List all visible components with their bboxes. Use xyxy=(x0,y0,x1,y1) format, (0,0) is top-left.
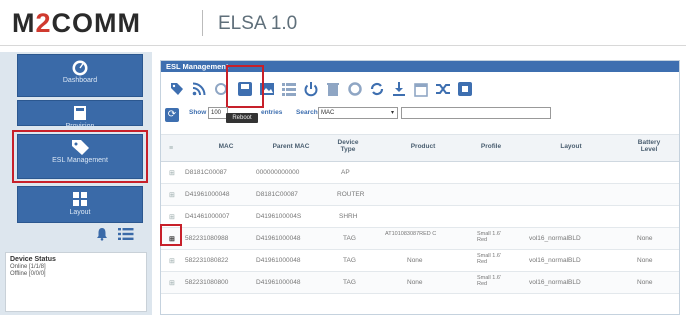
table-row[interactable]: ⊞ D41461000007 D4196100004S SHRH xyxy=(161,206,679,228)
header-divider xyxy=(202,10,203,36)
expand-all-icon: ≡ xyxy=(169,145,174,152)
cell-battery: None xyxy=(637,235,653,242)
show-entries-select[interactable]: 100 xyxy=(208,107,228,119)
device-status-title: Device Status xyxy=(10,256,56,263)
rss-icon[interactable] xyxy=(191,81,207,97)
chevron-down-icon: ▾ xyxy=(390,110,394,116)
dashboard-icon xyxy=(72,60,88,76)
entries-label: entries xyxy=(261,109,283,116)
cell-parent-mac: D41961000048 xyxy=(256,279,301,286)
shuffle-icon[interactable] xyxy=(435,81,451,97)
app-header: M2COMM ELSA 1.0 xyxy=(0,0,686,46)
cell-layout: vol16_normalBLD xyxy=(529,279,581,286)
reboot-highlight-box xyxy=(226,65,264,108)
cell-mac: 582231080800 xyxy=(185,279,229,286)
sidebar-item-provision[interactable]: Provision xyxy=(17,100,143,130)
list-menu-icon[interactable] xyxy=(118,228,134,240)
window-icon[interactable] xyxy=(457,81,473,97)
cell-profile: Small 1.6' Red xyxy=(477,231,501,243)
esl-management-panel: ESL Management ⟳ Show 100 entries Search… xyxy=(160,60,680,315)
cell-product: AT101083087RED C xyxy=(385,231,437,237)
expand-row-icon[interactable]: ⊞ xyxy=(169,213,175,221)
cell-mac: 582231080822 xyxy=(185,257,229,264)
column-header-layout[interactable]: Layout xyxy=(541,143,601,150)
table-row[interactable]: ⊞ D41961000048 D8181C00087 ROUTER xyxy=(161,184,679,206)
bell-icon[interactable] xyxy=(95,227,109,241)
cell-device-type: TAG xyxy=(343,235,356,242)
cell-mac: D41461000007 xyxy=(185,213,230,220)
column-header-battery-level[interactable]: Battery Level xyxy=(631,139,667,153)
layout-icon xyxy=(73,192,87,206)
device-status-offline: Offline [0/0/0] xyxy=(10,271,46,277)
cell-product: None xyxy=(407,257,423,264)
cell-device-type: TAG xyxy=(343,279,356,286)
table-row[interactable]: ⊞ 582231080822 D41961000048 TAG None Sma… xyxy=(161,250,679,272)
cell-mac: D8181C00087 xyxy=(185,169,227,176)
table-row[interactable]: ⊞ D8181C00087 000000000000 AP xyxy=(161,162,679,184)
trash-icon[interactable] xyxy=(325,81,341,97)
cell-layout: vol16_normalBLD xyxy=(529,257,581,264)
table-row[interactable]: ⊞ 582231080988 D41961000048 TAG AT101083… xyxy=(161,228,679,250)
show-label: Show xyxy=(189,109,207,116)
expand-row-icon[interactable]: ⊞ xyxy=(169,191,175,199)
cell-mac: D41961000048 xyxy=(185,191,230,198)
column-header-profile[interactable]: Profile xyxy=(461,143,521,150)
sidebar-item-label: Dashboard xyxy=(62,77,98,84)
cell-parent-mac: D8181C00087 xyxy=(256,191,298,198)
refresh-icon: ⟳ xyxy=(167,109,177,120)
power-icon[interactable] xyxy=(303,81,319,97)
device-status-box: Device Status Online [1/1/8] Offline [0/… xyxy=(5,252,147,312)
cell-profile: Small 1.6' Red xyxy=(477,275,501,287)
provision-icon xyxy=(74,106,86,120)
refresh-icon[interactable] xyxy=(369,81,385,97)
cell-profile: Small 1.6' Red xyxy=(477,253,501,265)
cell-layout: vol16_normalBLD xyxy=(529,235,581,242)
cell-product: None xyxy=(407,279,423,286)
cell-parent-mac: D41961000048 xyxy=(256,257,301,264)
list-icon[interactable] xyxy=(281,81,297,97)
search-input[interactable] xyxy=(401,107,551,119)
tag-icon[interactable] xyxy=(169,81,185,97)
download-icon[interactable] xyxy=(391,81,407,97)
cell-parent-mac: D4196100004S xyxy=(256,213,302,220)
cell-battery: None xyxy=(637,257,653,264)
column-header-parent-mac[interactable]: Parent MAC xyxy=(261,143,321,150)
search-field-value: MAC xyxy=(321,110,335,116)
sidebar-item-label: Layout xyxy=(69,209,91,216)
cell-parent-mac: 000000000000 xyxy=(256,169,300,176)
cell-device-type: ROUTER xyxy=(337,191,365,198)
cell-device-type: SHRH xyxy=(339,213,358,220)
m2comm-logo: M2COMM xyxy=(12,8,142,38)
app-title: ELSA 1.0 xyxy=(218,13,298,34)
esl-highlight-box xyxy=(12,130,148,183)
expand-row-icon[interactable]: ⊞ xyxy=(169,169,175,177)
device-status-online: Online [1/1/8] xyxy=(10,264,46,270)
column-header-product[interactable]: Product xyxy=(393,143,453,150)
cell-parent-mac: D41961000048 xyxy=(256,235,301,242)
cell-mac: 582231080988 xyxy=(185,235,229,242)
cell-battery: None xyxy=(637,279,653,286)
cell-device-type: AP xyxy=(341,169,350,176)
cell-device-type: TAG xyxy=(343,257,356,264)
expand-row-icon[interactable]: ⊞ xyxy=(169,257,175,265)
table-header: ≡ MAC Parent MAC Device Type Product Pro… xyxy=(161,134,679,162)
calendar-icon[interactable] xyxy=(413,81,429,97)
reboot-tooltip: Reboot xyxy=(226,113,258,123)
sidebar-item-dashboard[interactable]: Dashboard xyxy=(17,54,143,97)
settings-icon[interactable] xyxy=(347,81,363,97)
refresh-button[interactable]: ⟳ xyxy=(165,108,179,122)
column-header-device-type[interactable]: Device Type xyxy=(335,139,361,153)
search-label: Search xyxy=(296,109,318,116)
search-field-select[interactable]: MAC ▾ xyxy=(318,107,398,119)
sidebar-item-layout[interactable]: Layout xyxy=(17,186,143,223)
expand-row-icon[interactable]: ⊞ xyxy=(169,279,175,287)
row-expand-highlight-box xyxy=(160,224,182,246)
column-header-mac[interactable]: MAC xyxy=(201,143,251,150)
table-row[interactable]: ⊞ 582231080800 D41961000048 TAG None Sma… xyxy=(161,272,679,294)
